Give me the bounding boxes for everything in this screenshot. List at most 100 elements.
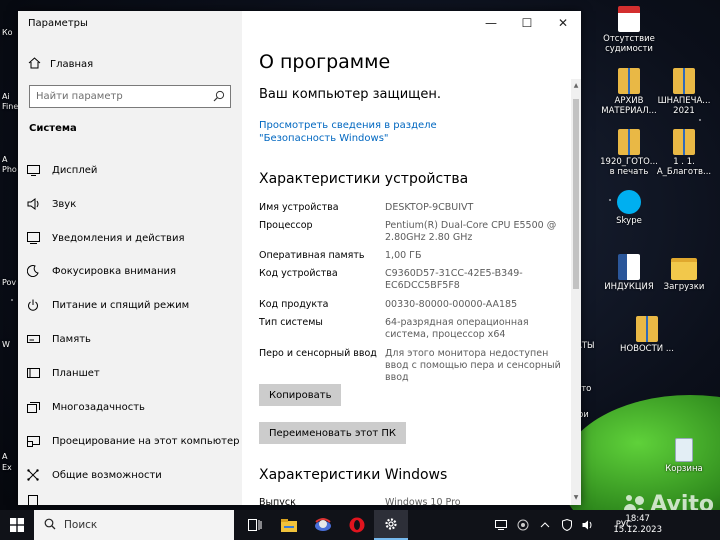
sidebar-item-partial[interactable] xyxy=(18,494,242,505)
home-icon xyxy=(28,56,41,72)
spec-row-edition: Выпуск Windows 10 Pro xyxy=(259,497,569,505)
sidebar-item-multitasking[interactable]: Многозадачность xyxy=(18,392,242,422)
desktop-icon-criminal-record[interactable]: Отсутствие судимости xyxy=(600,6,658,54)
gear-icon xyxy=(385,518,397,530)
desktop-icon-blagotv[interactable]: 1 . 1. А_Благотв... xyxy=(655,129,713,177)
spec-key: Тип системы xyxy=(259,317,323,328)
archive-icon xyxy=(673,129,695,155)
windows-logo-icon xyxy=(10,518,24,532)
edge-label[interactable]: W xyxy=(2,340,10,349)
edge-label[interactable]: Pov xyxy=(2,278,16,287)
downloads-folder-icon xyxy=(671,258,697,280)
opera-button[interactable] xyxy=(340,510,374,540)
sidebar-item-focus[interactable]: Фокусировка внимания xyxy=(18,256,242,286)
sidebar-item-projecting[interactable]: Проецирование на этот компьютер xyxy=(18,426,242,456)
recycle-bin-icon xyxy=(675,438,693,462)
multitasking-icon xyxy=(26,400,40,414)
desktop-icon-archive[interactable]: АРХИВ МАТЕРИАЛ... xyxy=(600,68,658,116)
settings-taskbar-button[interactable] xyxy=(374,510,408,540)
search-icon xyxy=(44,518,56,533)
desktop-icon-recycle-bin[interactable]: Корзина xyxy=(655,438,713,474)
sidebar-item-label: Уведомления и действия xyxy=(52,232,185,244)
spec-value: 1,00 ГБ xyxy=(385,250,422,261)
sound-icon xyxy=(26,197,40,211)
sidebar-item-shared-experiences[interactable]: Общие возможности xyxy=(18,460,242,490)
spec-value: Для этого монитора недоступен ввод с пом… xyxy=(385,348,561,383)
power-icon xyxy=(26,298,40,312)
edge-label[interactable]: А xyxy=(2,452,7,461)
search-input[interactable] xyxy=(36,89,206,104)
tray-network-button[interactable] xyxy=(490,510,512,540)
file-explorer-button[interactable] xyxy=(272,510,306,540)
notifications-icon xyxy=(26,231,40,245)
scroll-up-arrow-icon[interactable]: ▲ xyxy=(571,81,581,91)
close-button[interactable]: ✕ xyxy=(545,11,581,35)
chevron-up-icon xyxy=(540,522,550,528)
tray-shield-button[interactable] xyxy=(556,510,578,540)
clock-date: 15.12.2023 xyxy=(613,525,662,535)
opera-icon xyxy=(349,517,365,533)
desktop-icon-shnapecha[interactable]: ШНАПЕЧА... 2021 xyxy=(655,68,713,116)
spec-key: Имя устройства xyxy=(259,202,339,213)
desktop-icon-downloads[interactable]: Загрузки xyxy=(655,254,713,292)
spec-key: Перо и сенсорный ввод xyxy=(259,348,377,359)
tray-app-button[interactable] xyxy=(512,510,534,540)
sidebar-item-label: Фокусировка внимания xyxy=(52,265,177,277)
settings-search-box[interactable] xyxy=(29,85,231,108)
copy-button[interactable]: Копировать xyxy=(259,384,342,406)
file-explorer-icon xyxy=(281,518,297,532)
sidebar-item-power[interactable]: Питание и спящий режим xyxy=(18,290,242,320)
sidebar-item-label: Дисплей xyxy=(52,164,98,176)
home-link[interactable]: Главная xyxy=(28,56,93,72)
search-icon[interactable] xyxy=(213,90,225,105)
sidebar-item-sound[interactable]: Звук xyxy=(18,189,242,219)
edge-label[interactable]: Ко xyxy=(2,28,13,37)
scrollbar-thumb[interactable] xyxy=(573,99,579,289)
edge-label[interactable]: Pho xyxy=(2,165,17,174)
about-page: — ☐ ✕ О программе Ваш компьютер защищен.… xyxy=(242,11,581,505)
sidebar-item-storage[interactable]: Память xyxy=(18,324,242,354)
page-title: О программе xyxy=(259,51,391,73)
word-document-icon xyxy=(618,254,640,280)
protection-status: Ваш компьютер защищен. xyxy=(259,87,442,102)
edge-label[interactable]: A xyxy=(2,155,7,164)
desktop-icon-news[interactable]: НОВОСТИ ... xyxy=(618,316,676,354)
taskbar-search[interactable]: Поиск xyxy=(34,510,234,540)
desktop-icon-skype[interactable]: Skype xyxy=(600,190,658,226)
maximize-button[interactable]: ☐ xyxy=(509,11,545,35)
content-scrollbar[interactable]: ▲ ▼ xyxy=(571,79,581,505)
sidebar-item-label: Звук xyxy=(52,198,77,210)
edge-label[interactable]: Ai xyxy=(2,92,10,101)
volume-icon xyxy=(582,520,592,530)
security-details-link[interactable]: Просмотреть сведения в разделе "Безопасн… xyxy=(259,119,509,145)
sidebar-item-tablet[interactable]: Планшет xyxy=(18,358,242,388)
browser-icon xyxy=(315,518,331,531)
sidebar-item-label: Проецирование на этот компьютер xyxy=(52,435,240,447)
pdf-file-icon xyxy=(618,6,640,32)
tray-volume-button[interactable] xyxy=(578,510,598,540)
rename-pc-button[interactable]: Переименовать этот ПК xyxy=(259,422,406,444)
tray-chevron-button[interactable] xyxy=(534,510,556,540)
sidebar-item-notifications[interactable]: Уведомления и действия xyxy=(18,223,242,253)
edge-label[interactable]: Ex xyxy=(2,463,12,472)
taskbar-clock[interactable]: 18:47 15.12.2023 xyxy=(613,514,662,536)
shared-experiences-icon xyxy=(26,468,40,482)
tablet-icon xyxy=(26,366,40,380)
browser-button[interactable] xyxy=(306,510,340,540)
sidebar-item-label: Питание и спящий режим xyxy=(52,299,190,311)
desktop-icon-induktsiya[interactable]: ИНДУКЦИЯ xyxy=(600,254,658,292)
storage-icon xyxy=(26,332,40,346)
desktop-icon-1920[interactable]: 1920_ГОТО... в печать xyxy=(600,129,658,177)
start-button[interactable] xyxy=(0,510,34,540)
focus-moon-icon xyxy=(26,264,40,278)
sidebar-item-display[interactable]: Дисплей xyxy=(18,155,242,185)
skype-icon xyxy=(617,190,641,214)
scroll-down-arrow-icon[interactable]: ▼ xyxy=(571,493,581,503)
settings-window: Параметры Главная Система Дисплей Звук У… xyxy=(18,11,581,505)
edge-label[interactable]: Fine xyxy=(2,102,18,111)
minimize-button[interactable]: — xyxy=(473,11,509,35)
sidebar-item-label: Многозадачность xyxy=(52,401,145,413)
sidebar-item-label: Память xyxy=(52,333,91,345)
task-view-button[interactable] xyxy=(238,510,272,540)
spec-value: Pentium(R) Dual-Core CPU E5500 @ 2.80GHz… xyxy=(385,220,557,243)
